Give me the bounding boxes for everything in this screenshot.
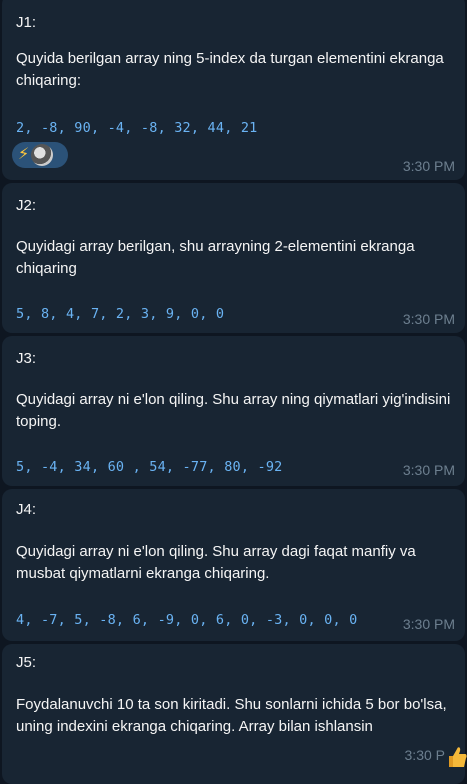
message-text: Quyidagi array ni e'lon qiling. Shu arra… xyxy=(16,543,416,582)
message-time: 3:30 PM xyxy=(402,462,455,478)
message-title: J3: xyxy=(16,350,37,367)
message-title: J2: xyxy=(16,197,37,214)
message-title: J5: xyxy=(16,654,37,671)
message-text: Quyidagi array ni e'lon qiling. Shu arra… xyxy=(16,391,451,430)
message-bubble-j2[interactable]: J2: Quyidagi array berilgan, shu arrayni… xyxy=(2,183,465,333)
message-time: 3:30 PM xyxy=(402,158,455,174)
message-bubble-j1[interactable]: J1: Quyida berilgan array ning 5-index d… xyxy=(2,0,465,180)
message-text: Quyida berilgan array ning 5-index da tu… xyxy=(16,50,444,89)
message-text: Quyidagi array berilgan, shu arrayning 2… xyxy=(16,238,415,277)
message-time: 3:30 PM xyxy=(402,311,455,327)
message-time: 3:30 PM xyxy=(402,616,455,632)
code-snippet[interactable]: 5, -4, 34, 60 , 54, -77, 80, -92 xyxy=(16,459,283,475)
code-snippet[interactable]: 2, -8, 90, -4, -8, 32, 44, 21 xyxy=(16,120,258,136)
reactions-pill[interactable]: ⚡ xyxy=(12,142,68,168)
message-bubble-j3[interactable]: J3: Quyidagi array ni e'lon qiling. Shu … xyxy=(2,336,465,486)
message-bubble-j5[interactable]: J5: Foydalanuvchi 10 ta son kiritadi. Sh… xyxy=(2,644,465,784)
message-bubble-j4[interactable]: J4: Quyidagi array ni e'lon qiling. Shu … xyxy=(2,489,465,641)
thumbs-up-icon[interactable] xyxy=(449,745,467,767)
message-text: Foydalanuvchi 10 ta son kiritadi. Shu so… xyxy=(16,696,447,735)
message-title: J1: xyxy=(16,14,37,31)
user-avatar xyxy=(31,144,54,166)
lightning-emoji-icon: ⚡ xyxy=(18,146,30,163)
code-snippet[interactable]: 4, -7, 5, -8, 6, -9, 0, 6, 0, -3, 0, 0, … xyxy=(16,612,357,628)
message-time: 3:30 P xyxy=(404,747,445,763)
message-title: J4: xyxy=(16,501,37,518)
code-snippet[interactable]: 5, 8, 4, 7, 2, 3, 9, 0, 0 xyxy=(16,306,224,322)
